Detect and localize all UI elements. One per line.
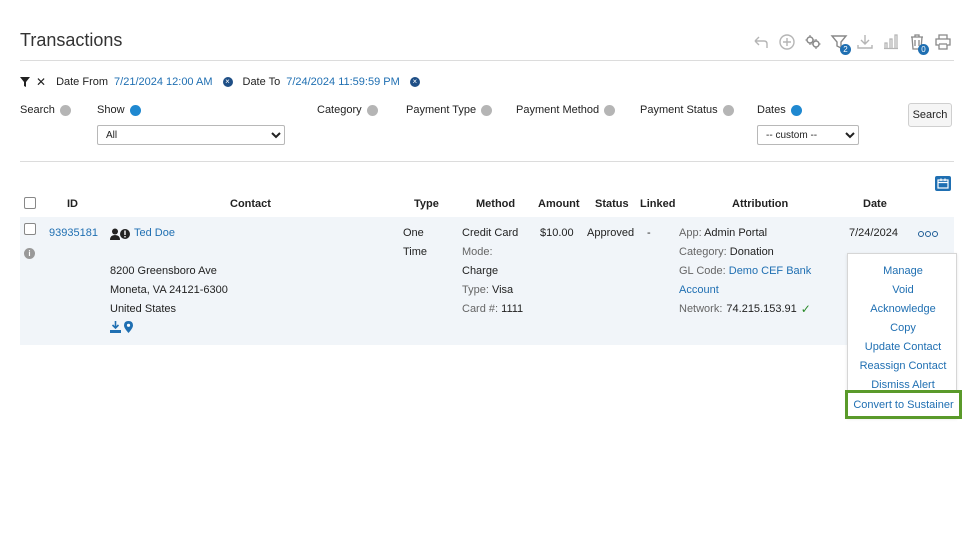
- facet-category[interactable]: Category: [317, 104, 378, 116]
- menu-item-convert-to-sustainer[interactable]: Convert to Sustainer: [845, 390, 962, 419]
- menu-item-void[interactable]: Void: [848, 281, 958, 299]
- column-method[interactable]: Method: [476, 198, 515, 210]
- date-from-label: Date From: [56, 76, 109, 88]
- facet-payment-status-label: Payment Status: [640, 104, 718, 116]
- facet-search[interactable]: Search: [20, 104, 71, 116]
- attribution-app: App: Admin Portal: [679, 227, 768, 239]
- type-line2: Time: [403, 246, 428, 258]
- facet-search-toggle[interactable]: [59, 104, 71, 116]
- info-icon[interactable]: i: [24, 248, 35, 259]
- row-actions-icon[interactable]: [918, 231, 938, 237]
- settings-icon[interactable]: [800, 31, 826, 53]
- show-select[interactable]: All: [97, 125, 285, 145]
- row-checkbox[interactable]: [24, 223, 36, 235]
- trash-count-badge: 0: [918, 44, 929, 55]
- date-to-value[interactable]: 7/24/2024 11:59:59 PM: [286, 76, 400, 88]
- calendar-icon[interactable]: [935, 176, 951, 191]
- header-divider: [20, 60, 954, 61]
- menu-item-update-contact[interactable]: Update Contact: [848, 338, 958, 356]
- contact-address-line3: United States: [110, 303, 177, 315]
- linked-value: -: [647, 227, 651, 239]
- row-actions-menu: Manage Void Acknowledge Copy Update Cont…: [845, 253, 962, 419]
- column-contact[interactable]: Contact: [230, 198, 271, 210]
- facet-payment-status[interactable]: Payment Status: [640, 104, 734, 116]
- contact-cell: Ted Doe: [110, 224, 175, 243]
- column-amount[interactable]: Amount: [538, 198, 580, 210]
- column-id[interactable]: ID: [67, 198, 78, 210]
- attribution-category: Category: Donation: [679, 246, 774, 258]
- toolbar: 2 0: [748, 31, 956, 55]
- menu-item-reassign-contact[interactable]: Reassign Contact: [848, 357, 958, 375]
- undo-icon[interactable]: [748, 31, 774, 53]
- filter-icon[interactable]: 2: [826, 31, 852, 55]
- menu-item-acknowledge[interactable]: Acknowledge: [848, 300, 958, 318]
- download-address-icon[interactable]: [110, 321, 121, 333]
- search-button[interactable]: Search: [908, 103, 952, 127]
- select-all-checkbox[interactable]: [24, 197, 36, 209]
- column-status[interactable]: Status: [595, 198, 629, 210]
- facet-payment-method[interactable]: Payment Method: [516, 104, 616, 116]
- amount-value: $10.00: [540, 227, 574, 239]
- attribution-network: Network: 74.215.153.91 ✓: [679, 300, 811, 319]
- gl-code-link-cont[interactable]: Account: [679, 281, 719, 300]
- facet-show[interactable]: Show: [97, 104, 141, 116]
- contact-actions: [110, 321, 133, 333]
- facet-payment-status-toggle[interactable]: [722, 104, 734, 116]
- map-pin-icon[interactable]: [124, 321, 133, 333]
- filter-funnel-icon[interactable]: [20, 77, 30, 87]
- menu-item-copy[interactable]: Copy: [848, 319, 958, 337]
- column-date[interactable]: Date: [863, 198, 887, 210]
- check-icon: ✓: [800, 302, 811, 316]
- clear-filters-icon[interactable]: ✕: [36, 75, 46, 89]
- facet-payment-method-toggle[interactable]: [604, 104, 616, 116]
- filter-count-badge: 2: [840, 44, 851, 55]
- date-to-label: Date To: [242, 76, 281, 88]
- facet-category-toggle[interactable]: [366, 104, 378, 116]
- date-value: 7/24/2024: [849, 227, 898, 239]
- card-type-line: Type: Visa: [462, 284, 514, 296]
- print-icon[interactable]: [930, 31, 956, 53]
- download-icon[interactable]: [852, 31, 878, 53]
- trash-icon[interactable]: 0: [904, 31, 930, 55]
- gl-code-link[interactable]: Demo CEF Bank: [729, 265, 812, 277]
- attribution-gl-code: GL Code: Demo CEF Bank: [679, 265, 812, 277]
- chart-icon[interactable]: [878, 31, 904, 53]
- facet-show-toggle[interactable]: [129, 104, 141, 116]
- facet-dates[interactable]: Dates: [757, 104, 802, 116]
- method-value: Credit Card: [462, 227, 519, 239]
- contact-name-link[interactable]: Ted Doe: [134, 224, 175, 243]
- facet-payment-method-label: Payment Method: [516, 104, 600, 116]
- menu-item-manage[interactable]: Manage: [848, 262, 958, 280]
- contact-address-line2: Moneta, VA 24121-6300: [110, 284, 228, 296]
- status-value: Approved: [587, 227, 635, 239]
- facet-category-label: Category: [317, 104, 362, 116]
- active-filters: ✕ Date From 7/21/2024 12:00 AM × Date To…: [20, 75, 420, 89]
- facet-dates-label: Dates: [757, 104, 786, 116]
- facet-dates-toggle[interactable]: [790, 104, 802, 116]
- facet-payment-type-label: Payment Type: [406, 104, 477, 116]
- facet-payment-type-toggle[interactable]: [481, 104, 493, 116]
- facet-show-label: Show: [97, 104, 125, 116]
- column-attribution[interactable]: Attribution: [732, 198, 788, 210]
- mode-value: Charge: [462, 265, 499, 277]
- filters-divider: [20, 161, 954, 162]
- facet-payment-type[interactable]: Payment Type: [406, 104, 493, 116]
- remove-date-to-icon[interactable]: ×: [409, 77, 420, 87]
- column-linked[interactable]: Linked: [640, 198, 675, 210]
- type-line1: One: [403, 227, 424, 239]
- page-title: Transactions: [20, 30, 123, 50]
- date-from-value[interactable]: 7/21/2024 12:00 AM: [114, 76, 212, 88]
- remove-date-from-icon[interactable]: ×: [222, 77, 233, 87]
- transaction-id[interactable]: 93935181: [49, 224, 98, 243]
- mode-label: Mode:: [462, 246, 493, 258]
- contact-address-line1: 8200 Greensboro Ave: [110, 265, 217, 277]
- dates-select[interactable]: -- custom --: [757, 125, 859, 145]
- add-icon[interactable]: [774, 31, 800, 53]
- column-type[interactable]: Type: [414, 198, 439, 210]
- facet-search-label: Search: [20, 104, 55, 116]
- card-number-line: Card #: 1111: [462, 303, 524, 315]
- contact-alert-icon[interactable]: [110, 228, 130, 240]
